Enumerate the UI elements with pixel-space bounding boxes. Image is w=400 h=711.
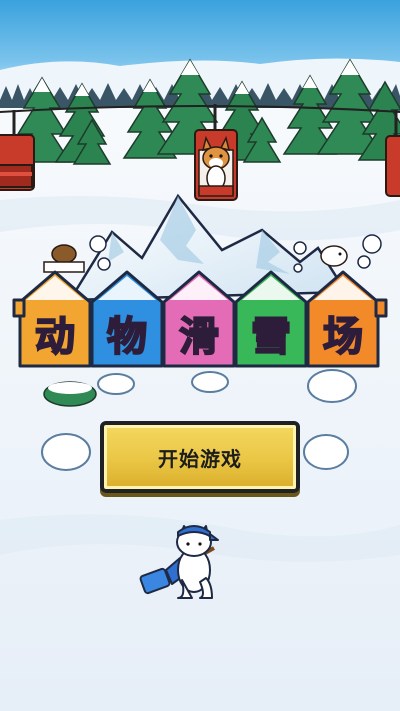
title-char-3: 滑 <box>178 314 220 360</box>
start-game-label: 开始游戏 <box>158 446 242 471</box>
start-game-button[interactable]: 开始游戏 <box>100 421 300 493</box>
game-title: 动 物 滑 雪 场 <box>22 278 378 378</box>
title-char-2: 物 <box>106 314 148 360</box>
title-house-1: 动 <box>22 278 88 374</box>
title-house-5: 场 <box>310 278 376 374</box>
title-house-3: 滑 <box>166 278 232 374</box>
snowy-bush <box>43 381 97 407</box>
title-char-1: 动 <box>34 314 76 360</box>
title-char-4: 雪 <box>250 314 292 360</box>
title-house-2: 物 <box>94 278 160 374</box>
title-char-5: 场 <box>322 314 364 360</box>
title-house-4: 雪 <box>238 278 304 374</box>
